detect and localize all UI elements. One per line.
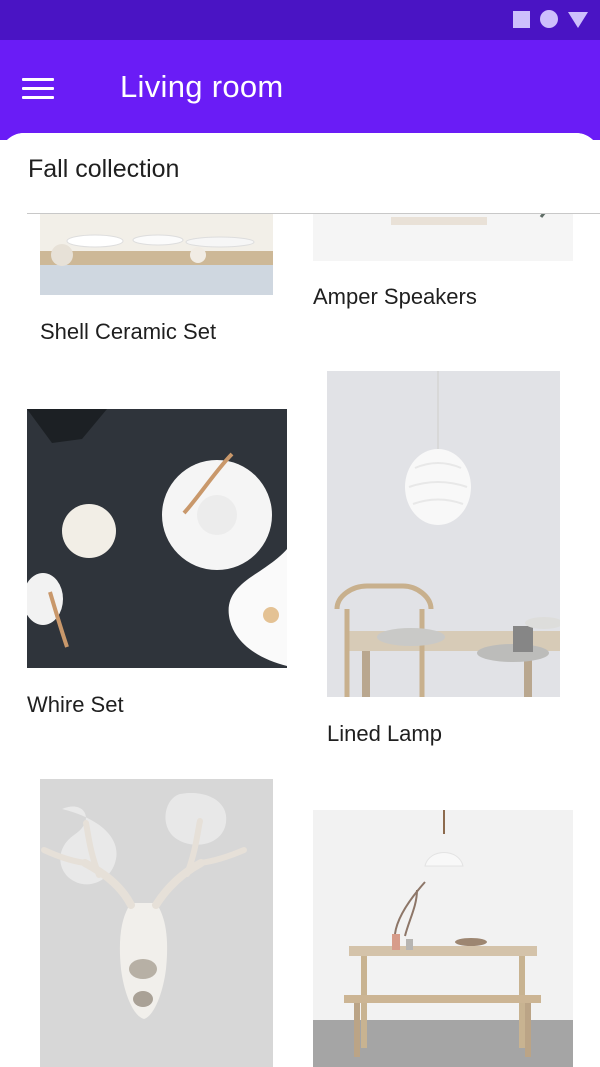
sheet-header: Fall collection xyxy=(0,133,600,213)
dining-set-image[interactable] xyxy=(313,810,573,1067)
product-label: Shell Ceramic Set xyxy=(40,319,217,344)
product-label: Lined Lamp xyxy=(327,721,442,746)
whire-set-image[interactable] xyxy=(27,409,287,668)
dining-set-illustration xyxy=(313,810,573,1067)
hamburger-menu-icon xyxy=(22,86,54,90)
product-label: Amper Speakers xyxy=(313,284,477,309)
skull-decor-image[interactable] xyxy=(40,779,273,1067)
whire-set-illustration xyxy=(27,409,287,668)
menu-button[interactable] xyxy=(22,68,72,108)
square-icon xyxy=(513,10,530,28)
app-bar: Living room xyxy=(0,40,600,140)
skull-decor-illustration xyxy=(40,779,273,1067)
product-label: Whire Set xyxy=(27,692,124,717)
status-icons xyxy=(513,10,588,28)
hamburger-menu-icon xyxy=(22,95,54,99)
triangle-icon xyxy=(568,11,588,28)
lined-lamp-illustration xyxy=(327,371,560,697)
hamburger-menu-icon xyxy=(22,77,54,81)
page-title: Living room xyxy=(120,69,284,104)
sheet-divider xyxy=(27,213,600,214)
circle-icon xyxy=(540,10,558,28)
lined-lamp-image[interactable] xyxy=(327,371,560,697)
sheet-title: Fall collection xyxy=(28,155,180,183)
status-bar xyxy=(0,0,600,40)
product-sheet: Fall collection Shell Ceramic Set Amper … xyxy=(0,133,600,1067)
